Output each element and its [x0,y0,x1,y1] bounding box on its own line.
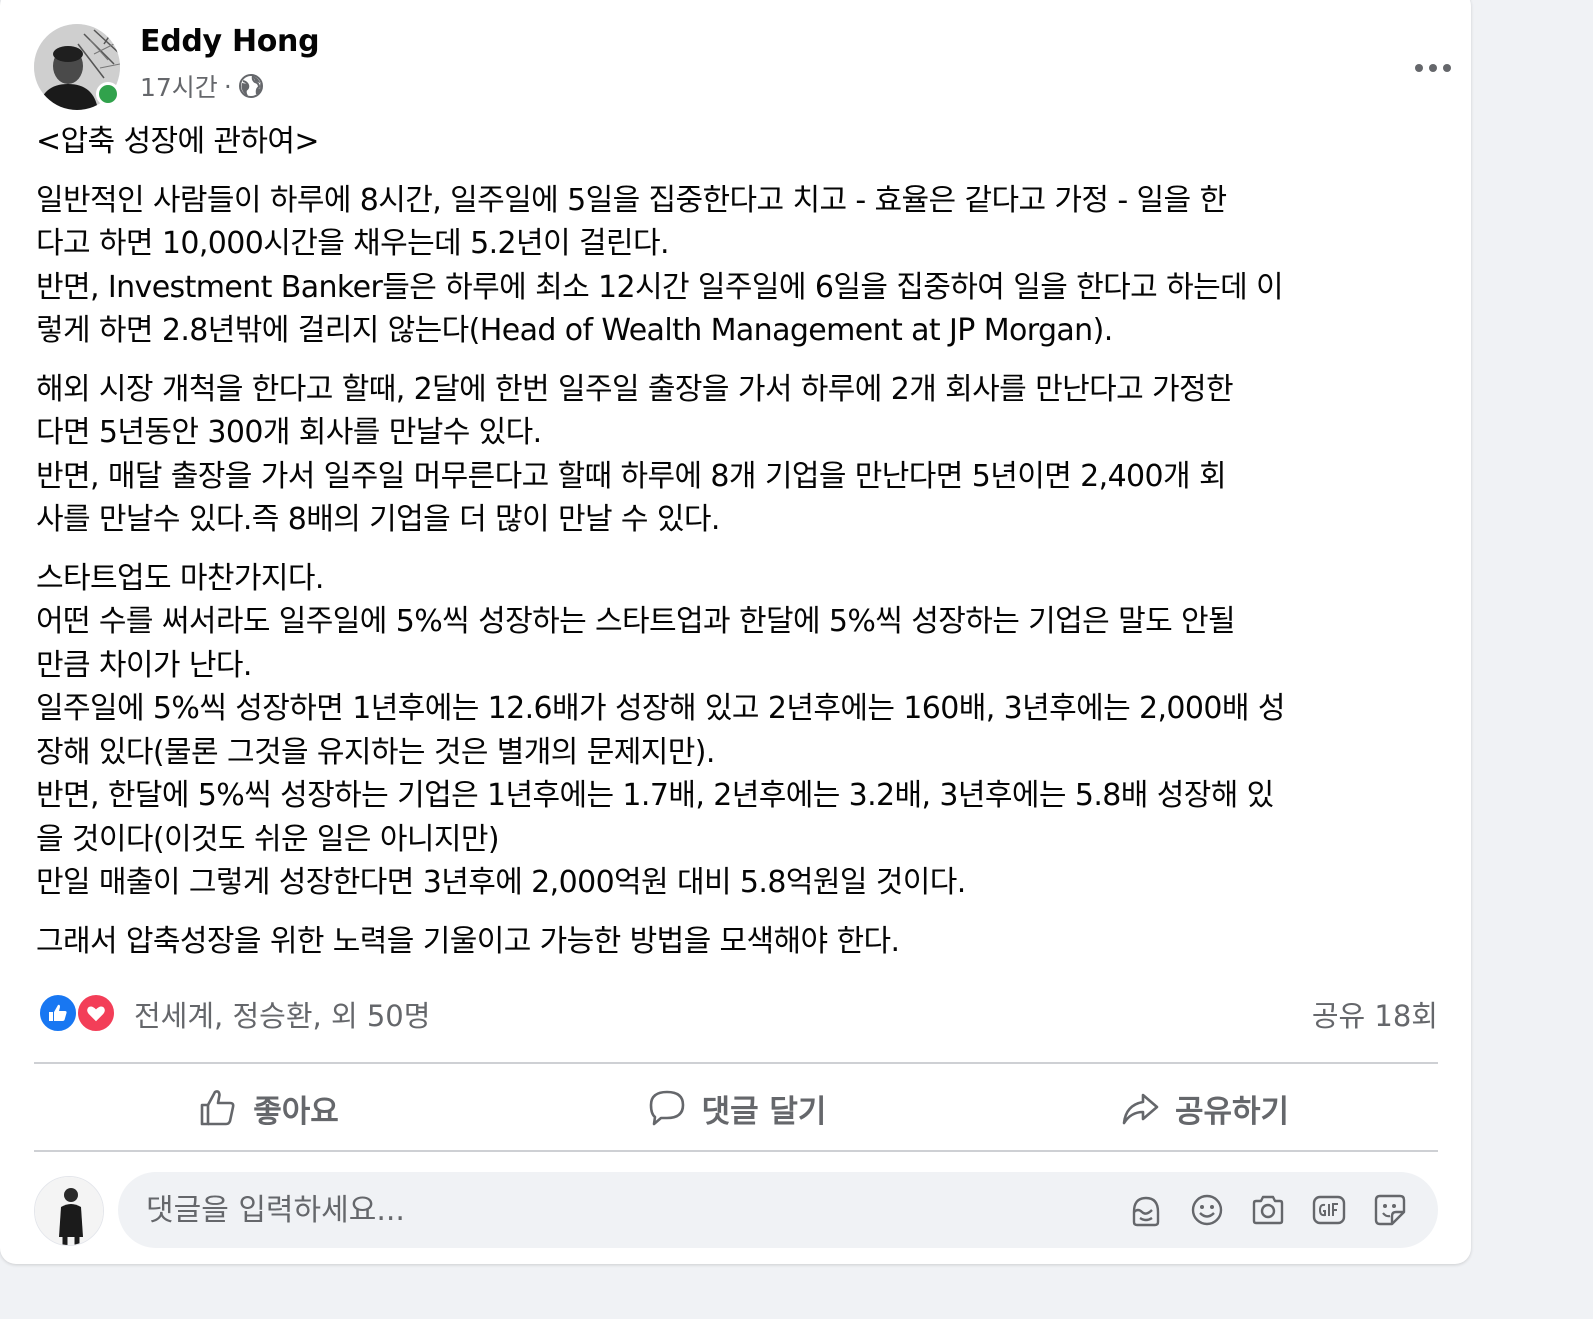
post-paragraph: 일반적인 사람들이 하루에 8시간, 일주일에 5일을 집중한다고 치고 - 효… [36,182,1284,349]
comment-icon [649,1090,684,1126]
share-label: 공유하기 [1174,1093,1290,1130]
thumbs-up-icon [200,1090,235,1126]
comment-label: 댓글 달기 [701,1093,827,1130]
meta-separator: · [223,71,232,101]
comment-box[interactable] [118,1172,1438,1248]
share-count[interactable]: 공유 18회 [1312,993,1438,1035]
like-button[interactable]: 좋아요 [34,1066,502,1150]
post-time[interactable]: 17시간 [140,68,218,104]
post-actions: 좋아요 댓글 달기 공유하기 [34,1066,1438,1150]
globe-icon[interactable] [238,73,264,99]
author-name[interactable]: Eddy Hong [140,24,320,59]
online-status-dot [96,82,120,106]
my-avatar[interactable] [34,1176,104,1246]
comment-composer [34,1170,1438,1250]
divider [34,1150,1438,1152]
share-button[interactable]: 공유하기 [970,1066,1438,1150]
post-text: <압축 성장에 관하여> 일반적인 사람들이 하루에 8시간, 일주일에 5일을… [36,120,1446,978]
post-paragraph-title: <압축 성장에 관하여> [36,124,320,159]
divider [34,1062,1438,1064]
post-paragraph: 스타트업도 마찬가지다. 어떤 수를 써서라도 일주일에 5%씩 성장하는 스타… [36,560,1285,901]
like-icon [38,993,78,1033]
comment-input[interactable] [144,1186,1108,1234]
post-meta: 17시간 · [140,68,264,104]
author-avatar-wrap[interactable] [34,24,120,110]
love-icon [76,993,116,1033]
sticker-icon[interactable] [1372,1192,1408,1228]
more-icon [1415,64,1451,72]
reactions-row: 전세계, 정승환, 외 50명 공유 18회 [38,993,1438,1037]
comment-tools [1128,1190,1408,1230]
share-icon [1122,1093,1159,1125]
emoji-icon[interactable] [1189,1192,1225,1228]
gif-icon[interactable] [1311,1192,1347,1228]
post-card: Eddy Hong 17시간 · <압축 성장에 관하여> 일반적인 사람들이 … [0,0,1471,1264]
camera-icon[interactable] [1250,1192,1286,1228]
post-paragraph: 해외 시장 개척을 한다고 할때, 2달에 한번 일주일 출장을 가서 하루에 … [36,371,1234,538]
comment-button[interactable]: 댓글 달기 [502,1066,970,1150]
avatar-sticker-icon[interactable] [1128,1192,1164,1228]
reaction-icons[interactable] [38,993,120,1033]
post-header: Eddy Hong 17시간 · [34,24,1451,114]
more-options-button[interactable] [1400,38,1466,98]
like-label: 좋아요 [253,1093,339,1130]
post-paragraph: 그래서 압축성장을 위한 노력을 기울이고 가능한 방법을 모색해야 한다. [36,923,900,959]
reactors-summary[interactable]: 전세계, 정승환, 외 50명 [134,993,430,1035]
